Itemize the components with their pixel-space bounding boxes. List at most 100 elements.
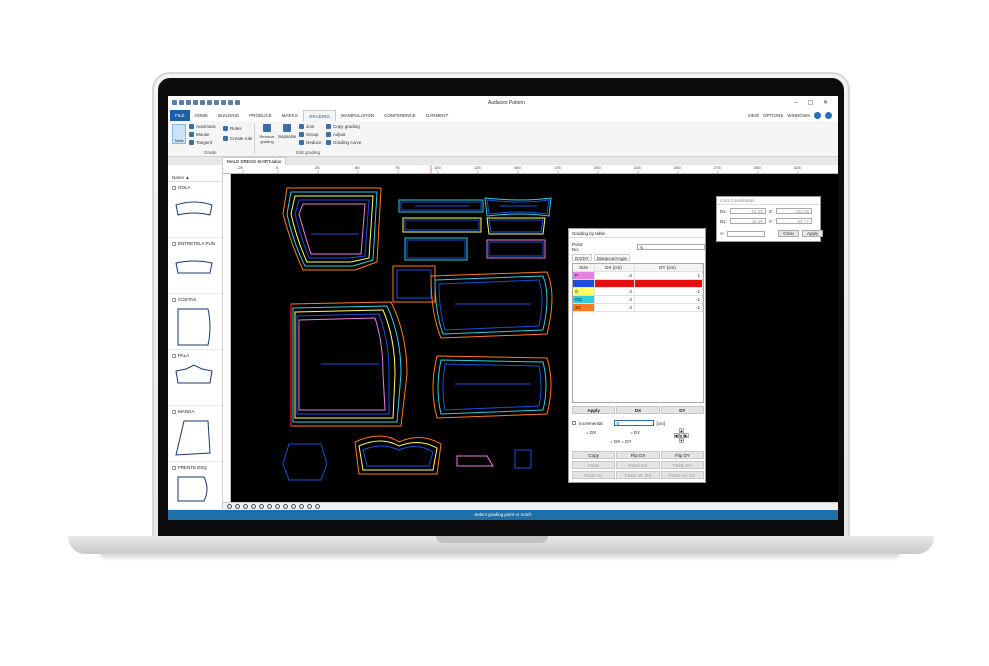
tab-building[interactable]: BUILDING (213, 110, 244, 121)
adjust-button[interactable]: Adjust (326, 132, 346, 137)
paste-rel-dy-button[interactable]: Paste rel. DY (660, 471, 704, 479)
tab-manipulation[interactable]: MANIPULATION (336, 110, 379, 121)
dy-cell[interactable]: -1 (635, 288, 703, 295)
group-button[interactable]: Group (299, 132, 319, 137)
dx-cell[interactable]: 2 (595, 304, 635, 311)
table-row[interactable]: 3G 2 -1 (573, 304, 703, 312)
tangent-button[interactable]: Tangent (189, 140, 212, 145)
tab-produce[interactable]: PRODUCE (244, 110, 277, 121)
table-row[interactable]: M 0 0 (573, 280, 703, 288)
separate-button[interactable]: Separate (278, 124, 296, 139)
piece-checkbox[interactable] (172, 465, 176, 470)
rules-button[interactable]: Rules (223, 126, 242, 131)
table-row[interactable]: P -2 1 (573, 272, 703, 280)
paste-rel-dx-button[interactable]: Paste rel. DX (616, 471, 660, 479)
pieces-header[interactable]: Name ▲ (168, 173, 222, 182)
piece-checkbox[interactable] (172, 241, 176, 246)
dx-button[interactable]: DX (616, 406, 660, 414)
dx-field[interactable]: 64.29 (729, 208, 766, 214)
table-row[interactable]: G 2 -1 (573, 288, 703, 296)
copy-grading-button[interactable]: Copy grading (326, 124, 360, 129)
dy-cell[interactable]: -1 (635, 296, 703, 303)
zoom-previous-icon[interactable] (267, 504, 272, 509)
clear-button[interactable]: Clear (778, 230, 800, 237)
view-menu[interactable]: VIEW (747, 110, 759, 121)
coord-apply-button[interactable]: Apply (802, 230, 824, 237)
dy-button[interactable]: DY (660, 406, 704, 414)
options-menu[interactable]: OPTIONS (763, 110, 783, 121)
tab-grading[interactable]: GRADING (302, 110, 336, 121)
tab-marks[interactable]: MARKS (277, 110, 303, 121)
mirror-icon[interactable] (283, 504, 288, 509)
zoom-window-icon[interactable] (259, 504, 264, 509)
remove-grading-button[interactable]: Remove grading (259, 124, 275, 144)
select-icon[interactable] (299, 504, 304, 509)
eq-dy-button[interactable]: = DY (630, 430, 640, 435)
zoom-icon[interactable] (228, 100, 233, 105)
document-tab[interactable]: MALE DRESS SHIRT.adox (222, 157, 287, 165)
tab-dxdy[interactable]: DX/DY (572, 254, 592, 261)
paste-button[interactable]: Paste (572, 461, 616, 469)
flip-dy-button[interactable]: Flip DY (660, 451, 704, 459)
paste-rel-button[interactable]: Paste rel. (572, 471, 616, 479)
table-row[interactable]: GG 2 -1 (573, 296, 703, 304)
zoom-fit-icon[interactable] (251, 504, 256, 509)
dx-cell[interactable]: -2 (595, 272, 635, 279)
x-field[interactable]: 222.36 (776, 208, 813, 214)
piece-item[interactable]: ENTRETELA PUN (168, 238, 222, 294)
piece-checkbox[interactable] (172, 409, 176, 414)
piece-item[interactable]: COSTAS (168, 294, 222, 350)
piece-checkbox[interactable] (172, 185, 176, 190)
eq-dx-button[interactable]: = DX (586, 430, 596, 435)
measure-tool-icon[interactable] (291, 504, 296, 509)
tab-conference[interactable]: CONFERENCE (379, 110, 421, 121)
rotate-icon[interactable] (275, 504, 280, 509)
apply-button[interactable]: Apply (572, 406, 616, 414)
tab-garment[interactable]: GARMENT (421, 110, 454, 121)
piece-item[interactable]: PALA (168, 350, 222, 406)
table-button[interactable]: Table (172, 124, 186, 144)
create-rule-button[interactable]: Create rule (223, 136, 252, 141)
deduce-button[interactable]: Deduce (299, 140, 322, 145)
mouse-button[interactable]: Mouse (189, 132, 210, 137)
y-field[interactable]: 60.77 (775, 218, 812, 224)
dy-field[interactable]: 45.29 (729, 218, 766, 224)
dy-cell[interactable]: -1 (635, 304, 703, 311)
grading-curve-button[interactable]: Grading curve (326, 140, 361, 145)
pan-icon[interactable] (227, 504, 232, 509)
incremental-checkbox[interactable] (572, 421, 576, 425)
redo-icon[interactable] (200, 100, 205, 105)
dx-cell[interactable]: 0 (595, 280, 635, 287)
join-button[interactable]: Join (299, 124, 314, 129)
incremental-input[interactable]: 0 (613, 420, 654, 426)
piece-checkbox[interactable] (172, 297, 176, 302)
settings-icon[interactable] (235, 100, 240, 105)
point-select[interactable]: 6 (637, 244, 705, 250)
piece-item[interactable]: MANGA (168, 406, 222, 462)
copy-button[interactable]: Copy (572, 451, 616, 459)
tab-file[interactable]: FILE (170, 110, 190, 121)
flip-dx-button[interactable]: Flip DX (616, 451, 660, 459)
grid-icon[interactable] (315, 504, 320, 509)
tab-distance-angle[interactable]: Distance/Angle (593, 254, 631, 261)
window-controls[interactable]: – ▢ ✕ (795, 99, 832, 106)
dx-eq-dy-button[interactable]: = DX = DY (610, 439, 632, 444)
tab-home[interactable]: HOME (190, 110, 214, 121)
automatic-button[interactable]: Automatic (189, 124, 216, 129)
zoom-in-icon[interactable] (235, 504, 240, 509)
undo-icon[interactable] (193, 100, 198, 105)
open-icon[interactable] (186, 100, 191, 105)
dy-cell[interactable]: 0 (635, 280, 703, 287)
help-icon[interactable] (814, 112, 821, 119)
measure-icon[interactable] (221, 100, 226, 105)
paste-dy-button[interactable]: Paste DY (660, 461, 704, 469)
arrow-right-icon[interactable]: ▶ (683, 433, 689, 438)
magnet-icon[interactable] (307, 504, 312, 509)
windows-menu[interactable]: WINDOWS (787, 110, 810, 121)
dx-cell[interactable]: 2 (595, 288, 635, 295)
piece-item[interactable]: GOLA (168, 182, 222, 238)
arrow-down-icon[interactable]: ▼ (678, 438, 684, 443)
info-icon[interactable] (825, 112, 832, 119)
dx-cell[interactable]: 2 (595, 296, 635, 303)
save-icon[interactable] (172, 100, 177, 105)
